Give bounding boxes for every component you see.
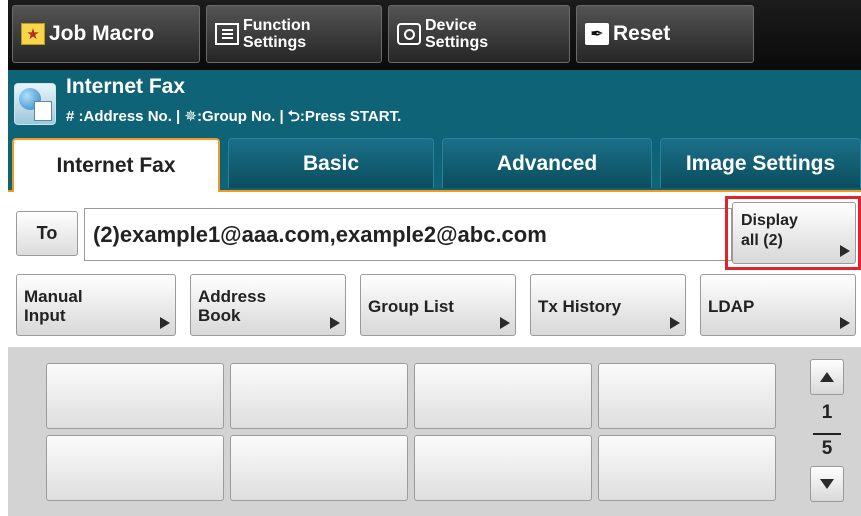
job-macro-button[interactable]: ★ Job Macro bbox=[12, 5, 200, 63]
device-settings-label: Device Settings bbox=[425, 17, 488, 51]
function-settings-button[interactable]: Function Settings bbox=[206, 5, 382, 63]
function-settings-line1: Function bbox=[243, 17, 311, 34]
star-icon: ★ bbox=[21, 23, 45, 45]
destination-slot[interactable] bbox=[230, 435, 408, 501]
current-page: 1 bbox=[821, 402, 833, 423]
group-list-label: Group List bbox=[368, 297, 454, 316]
function-header: Internet Fax # :Address No. | ✵:Group No… bbox=[8, 70, 861, 134]
total-pages: 5 bbox=[821, 438, 833, 459]
right-arrow-icon bbox=[670, 317, 680, 329]
page-title: Internet Fax bbox=[66, 75, 186, 98]
address-book-label: Address Book bbox=[198, 287, 266, 325]
page-down-button[interactable] bbox=[810, 466, 844, 502]
reset-button[interactable]: ✒ Reset bbox=[576, 5, 754, 63]
internet-fax-screen: ★ Job Macro Function Settings Device Set… bbox=[0, 0, 861, 516]
right-arrow-icon bbox=[840, 245, 850, 257]
internet-fax-icon bbox=[14, 83, 56, 125]
arrow-up-icon bbox=[820, 372, 834, 382]
right-arrow-icon bbox=[840, 317, 850, 329]
group-list-button[interactable]: Group List bbox=[360, 274, 516, 336]
tab-internet-fax[interactable]: Internet Fax bbox=[12, 138, 220, 192]
destination-field[interactable]: (2)example1@aaa.com,example2@abc.com bbox=[84, 208, 732, 261]
tab-bar: Internet Fax Basic Advanced Image Settin… bbox=[8, 134, 861, 192]
function-settings-label: Function Settings bbox=[243, 17, 311, 51]
manual-input-line1: Manual bbox=[24, 287, 83, 306]
destination-slot[interactable] bbox=[414, 435, 592, 501]
destination-slot[interactable] bbox=[230, 363, 408, 429]
destination-slot[interactable] bbox=[414, 363, 592, 429]
right-arrow-icon bbox=[330, 317, 340, 329]
destination-slot[interactable] bbox=[598, 363, 776, 429]
display-all-line1: Display bbox=[741, 212, 798, 229]
header-hint: # :Address No. | ✵:Group No. | ⮌:Press S… bbox=[66, 108, 402, 125]
list-icon bbox=[215, 23, 239, 45]
ldap-button[interactable]: LDAP bbox=[700, 274, 856, 336]
tab-image-settings[interactable]: Image Settings bbox=[660, 138, 861, 188]
tx-history-button[interactable]: Tx History bbox=[530, 274, 686, 336]
tab-advanced[interactable]: Advanced bbox=[442, 138, 652, 188]
address-book-line2: Book bbox=[198, 306, 241, 325]
destination-slot[interactable] bbox=[46, 363, 224, 429]
display-all-line2: all (2) bbox=[741, 232, 783, 249]
arrow-down-icon bbox=[820, 479, 834, 489]
device-settings-line2: Settings bbox=[425, 34, 489, 51]
address-book-button[interactable]: Address Book bbox=[190, 274, 346, 336]
device-icon bbox=[397, 23, 421, 45]
manual-input-button[interactable]: Manual Input bbox=[16, 274, 176, 336]
device-settings-line1: Device bbox=[425, 17, 477, 34]
tx-history-label: Tx History bbox=[538, 297, 622, 316]
page-up-button[interactable] bbox=[810, 359, 844, 395]
device-settings-button[interactable]: Device Settings bbox=[388, 5, 570, 63]
right-arrow-icon bbox=[500, 317, 510, 329]
page-divider bbox=[813, 433, 841, 435]
reset-label: Reset bbox=[613, 22, 671, 45]
top-toolbar: ★ Job Macro Function Settings Device Set… bbox=[8, 0, 861, 70]
address-book-line1: Address bbox=[198, 287, 267, 306]
reset-icon: ✒ bbox=[585, 23, 609, 45]
to-button[interactable]: To bbox=[16, 211, 78, 256]
destination-slot[interactable] bbox=[46, 435, 224, 501]
job-macro-label: Job Macro bbox=[49, 22, 155, 45]
destination-slot[interactable] bbox=[598, 435, 776, 501]
right-arrow-icon bbox=[160, 317, 170, 329]
manual-input-line2: Input bbox=[24, 306, 66, 325]
ldap-label: LDAP bbox=[708, 297, 755, 316]
manual-input-label: Manual Input bbox=[24, 287, 83, 325]
function-settings-line2: Settings bbox=[243, 34, 307, 51]
display-all-button[interactable]: Display all (2) bbox=[732, 202, 856, 264]
tab-basic[interactable]: Basic bbox=[228, 138, 434, 188]
